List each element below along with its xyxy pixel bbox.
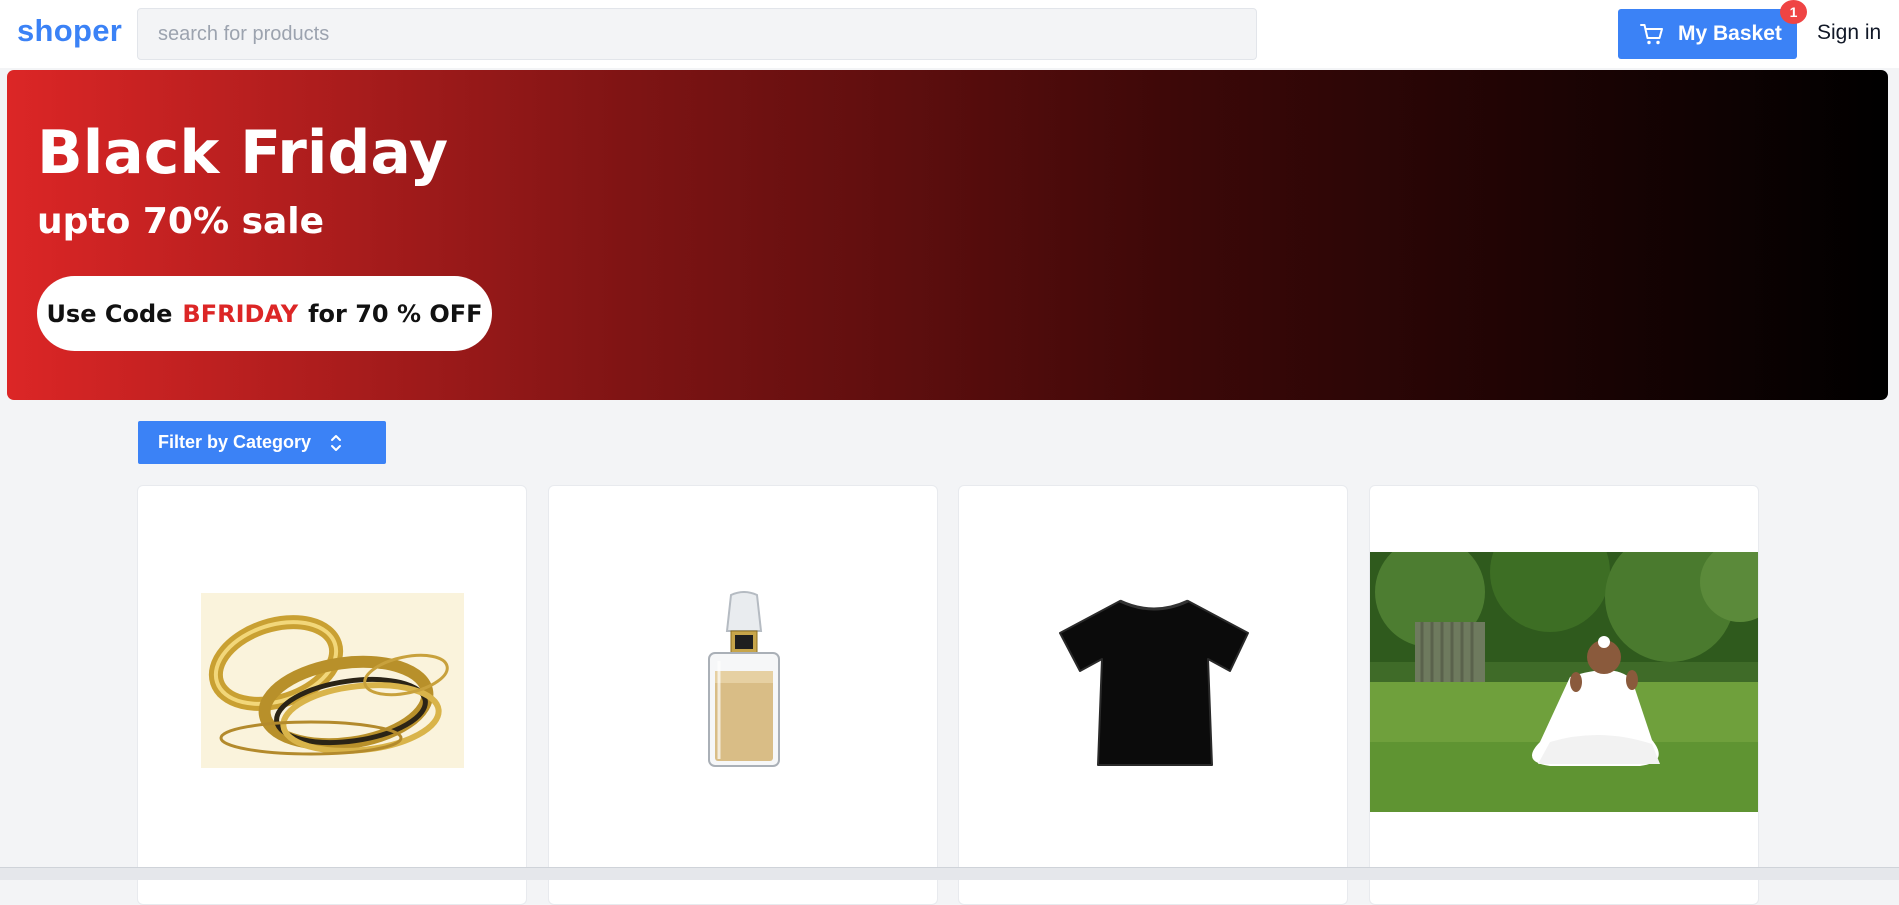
filter-category-dropdown[interactable]: Filter by Category (138, 421, 386, 464)
gold-bangles-image (201, 593, 464, 768)
chevron-up-down-icon (331, 435, 341, 451)
logo[interactable]: shoper (17, 13, 122, 49)
perfume-bottle-image (708, 591, 780, 767)
basket-label: My Basket (1678, 22, 1782, 45)
signin-link[interactable]: Sign in (1817, 21, 1881, 45)
promo-banner: Black Friday upto 70% sale Use Code BFRI… (7, 70, 1888, 400)
product-card[interactable] (958, 485, 1348, 905)
promo-prefix: Use Code (46, 299, 173, 328)
promo-code-pill: Use Code BFRIDAY for 70 % OFF (37, 276, 492, 351)
cart-icon (1640, 24, 1663, 45)
navbar: shoper My Basket 1 Sign in (0, 0, 1899, 68)
basket-count-badge: 1 (1780, 0, 1807, 24)
banner-subtitle: upto 70% sale (37, 201, 325, 242)
product-card[interactable] (548, 485, 938, 905)
promo-suffix: for 70 % OFF (308, 299, 483, 328)
filter-label: Filter by Category (158, 432, 312, 452)
banner-title: Black Friday (37, 118, 449, 188)
black-tshirt-image (1059, 599, 1249, 766)
promo-code: BFRIDAY (182, 299, 299, 328)
baby-dress-photo (1370, 552, 1758, 812)
bottom-bar (0, 867, 1899, 880)
product-card[interactable] (1369, 485, 1759, 905)
search-input[interactable] (137, 8, 1257, 60)
product-card[interactable] (137, 485, 527, 905)
basket-button[interactable]: My Basket (1618, 9, 1797, 59)
